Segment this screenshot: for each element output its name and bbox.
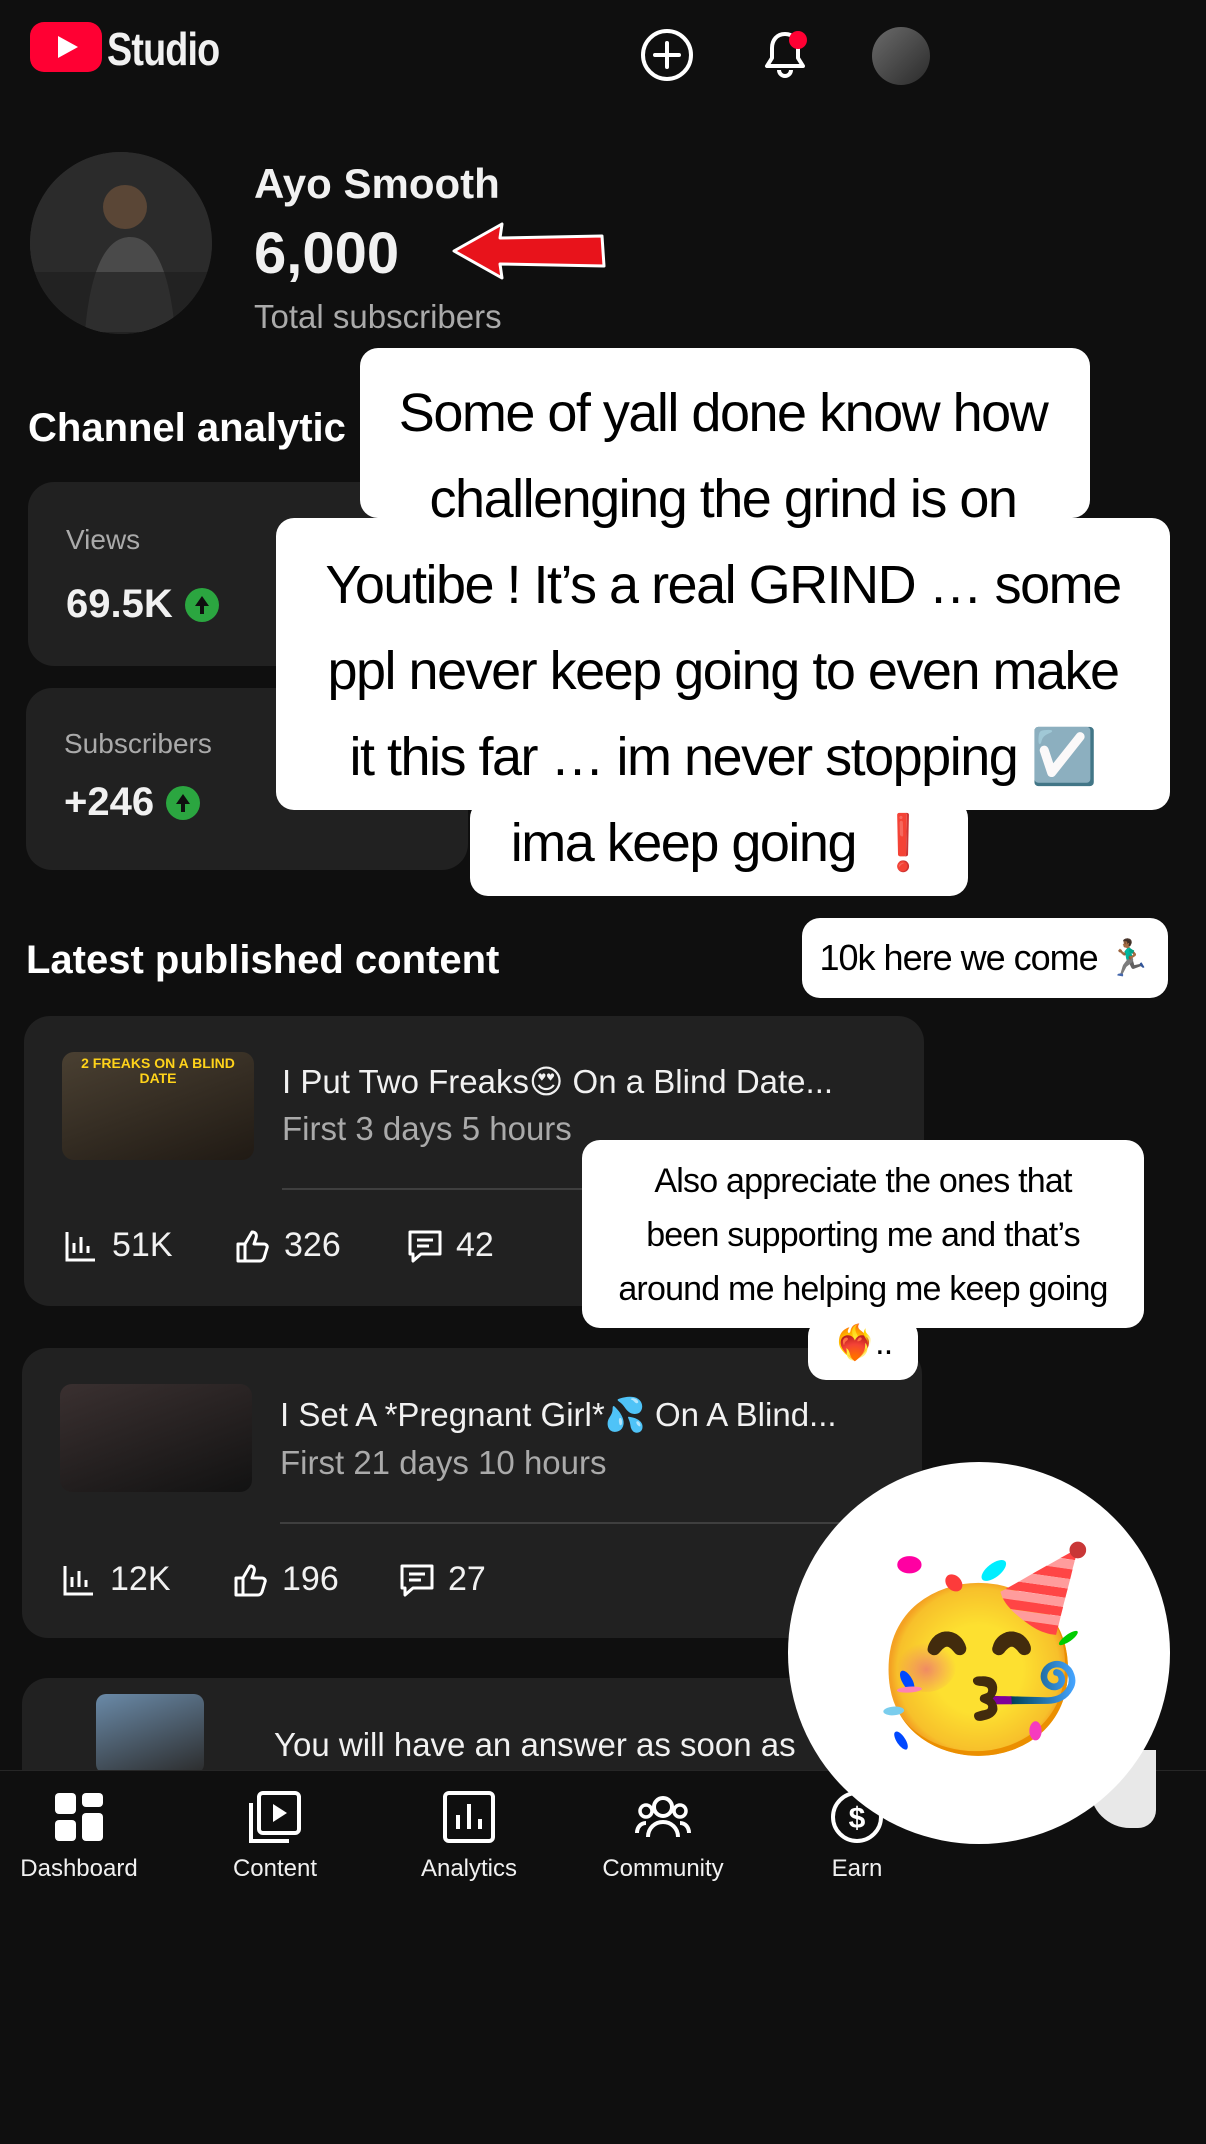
video-thumbnail <box>96 1694 204 1774</box>
nav-label: Dashboard <box>20 1855 138 1882</box>
analytics-bars-icon <box>63 1565 93 1595</box>
video-thumbnail: 2 FREAKS ON A BLIND DATE <box>62 1052 254 1160</box>
video-thumbnail <box>60 1384 252 1492</box>
likes-stat: 326 <box>234 1226 341 1265</box>
nav-dashboard[interactable]: Dashboard <box>0 1789 164 1883</box>
tenk-sticker: 10k here we come 🏃🏾‍♂️ <box>802 918 1168 998</box>
story-line: it this far … im never stopping ☑️ <box>349 727 1098 787</box>
video-title: You will have an answer as soon as <box>274 1726 796 1763</box>
appreciate-text: Also appreciate the ones that been suppo… <box>582 1154 1144 1370</box>
divider <box>280 1522 860 1524</box>
video-title: I Put Two Freaks😍 On a Blind Date... <box>282 1063 834 1100</box>
subs-label: Subscribers <box>64 728 212 759</box>
studio-brand: Studio <box>107 23 220 75</box>
nav-label: Content <box>232 1855 318 1882</box>
latest-content-title: Latest published content <box>26 938 500 982</box>
video-card[interactable]: I Set A *Pregnant Girl*💦 On A Blind... F… <box>22 1348 922 1638</box>
trend-up-icon <box>166 785 201 820</box>
svg-text:$: $ <box>849 1802 866 1835</box>
account-avatar[interactable] <box>872 27 930 85</box>
bell-icon[interactable] <box>758 28 812 82</box>
views-metric: 69.5K <box>66 582 219 627</box>
analytics-bars-icon <box>65 1231 95 1261</box>
dashboard-icon <box>55 1793 103 1841</box>
red-arrow-icon <box>452 222 606 280</box>
video-title: I Set A *Pregnant Girl*💦 On A Blind... <box>280 1396 837 1433</box>
video-comments: 42 <box>456 1226 494 1264</box>
story-line: challenging the grind is on <box>429 469 1018 529</box>
party-face-icon: 🥳 <box>860 1544 1098 1756</box>
appreciate-line: ❤️‍🔥.. <box>833 1324 894 1362</box>
comments-stat: 27 <box>398 1560 486 1599</box>
subs-value: +246 <box>64 780 155 824</box>
nav-label: Community <box>602 1855 724 1882</box>
appreciate-line: Also appreciate the ones that <box>654 1162 1072 1200</box>
video-likes: 326 <box>284 1226 341 1264</box>
video-views: 12K <box>110 1560 171 1598</box>
video-views: 51K <box>112 1226 173 1264</box>
story-line: ppl never keep going to even make <box>327 641 1120 701</box>
comment-icon <box>400 1564 434 1596</box>
thumbs-up-icon <box>236 1230 269 1262</box>
nav-community[interactable]: Community <box>578 1789 748 1883</box>
video-period: First 3 days 5 hours <box>282 1110 572 1147</box>
nav-label: Earn <box>831 1855 883 1882</box>
analytics-icon <box>443 1791 495 1843</box>
add-circle-icon[interactable] <box>640 28 694 82</box>
channel-name: Ayo Smooth <box>254 160 500 207</box>
subscribers-label: Total subscribers <box>254 298 502 335</box>
story-line: Some of yall done know how <box>398 383 1049 443</box>
views-label: Views <box>66 524 141 555</box>
video-comments: 27 <box>448 1560 486 1598</box>
community-icon <box>635 1796 691 1838</box>
likes-stat: 196 <box>232 1560 339 1599</box>
channel-avatar <box>30 152 212 334</box>
comments-stat: 42 <box>406 1226 494 1265</box>
story-line: ima keep going ❗ <box>510 813 937 873</box>
story-main-text: Some of yall done know how challenging t… <box>276 370 1170 886</box>
subs-metric: +246 <box>64 780 201 825</box>
nav-content[interactable]: Content <box>190 1789 360 1883</box>
appreciate-line: been supporting me and that’s <box>646 1216 1080 1254</box>
video-period: First 21 days 10 hours <box>280 1444 607 1481</box>
views-stat: 12K <box>60 1560 171 1599</box>
views-stat: 51K <box>62 1226 173 1265</box>
content-icon <box>249 1791 301 1843</box>
trend-up-icon <box>184 587 219 622</box>
party-emoji-sticker: 🥳 <box>788 1462 1170 1844</box>
nav-analytics[interactable]: Analytics <box>384 1789 554 1883</box>
nav-label: Analytics <box>420 1855 518 1882</box>
appreciate-line: around me helping me keep going <box>618 1270 1108 1308</box>
views-value: 69.5K <box>66 582 173 626</box>
video-likes: 196 <box>282 1560 339 1598</box>
thumbs-up-icon <box>234 1564 267 1596</box>
story-line: Youtibe ! It’s a real GRIND … some <box>325 555 1122 615</box>
thumbnail-text: 2 FREAKS ON A BLIND DATE <box>81 1055 235 1086</box>
subscriber-count: 6,000 <box>254 221 400 286</box>
comment-icon <box>408 1230 442 1262</box>
youtube-logo-icon <box>30 22 102 72</box>
